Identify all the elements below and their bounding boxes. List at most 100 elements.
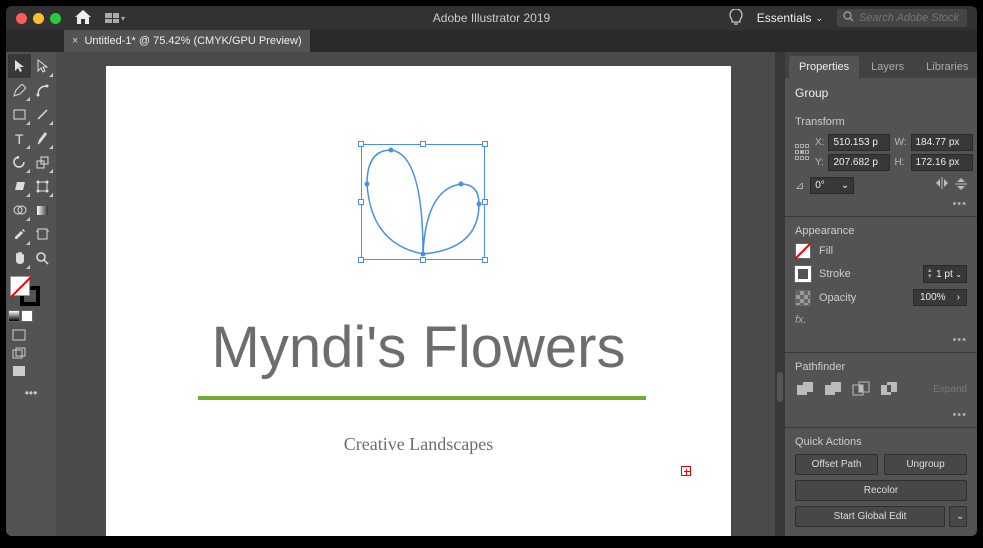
close-window-button[interactable] bbox=[16, 13, 27, 24]
angle-icon: ⊿ bbox=[795, 179, 804, 192]
transform-more-button[interactable]: ••• bbox=[785, 196, 977, 216]
offset-path-button[interactable]: Offset Path bbox=[795, 454, 878, 475]
workspace-switcher[interactable]: Essentials ⌄ bbox=[757, 11, 823, 25]
app-title: Adobe Illustrator 2019 bbox=[433, 11, 550, 25]
line-tool[interactable] bbox=[31, 102, 54, 126]
tagline-text[interactable]: Creative Landscapes bbox=[106, 434, 731, 455]
color-mode[interactable] bbox=[8, 310, 20, 322]
shape-builder-tool[interactable] bbox=[8, 198, 31, 222]
pathfinder-more-button[interactable]: ••• bbox=[785, 407, 977, 427]
search-input[interactable] bbox=[859, 12, 961, 24]
pathfinder-title: Pathfinder bbox=[795, 361, 967, 373]
direct-selection-tool[interactable] bbox=[31, 54, 54, 78]
w-label: W: bbox=[894, 137, 906, 148]
document-tabs: × Untitled-1* @ 75.42% (CMYK/GPU Preview… bbox=[6, 30, 977, 52]
fx-label[interactable]: fx. bbox=[795, 312, 967, 328]
appearance-title: Appearance bbox=[795, 225, 967, 237]
search-icon bbox=[843, 11, 854, 25]
panel-collapse-grip[interactable] bbox=[777, 372, 783, 402]
pathfinder-exclude-icon[interactable] bbox=[879, 379, 899, 399]
titlebar: ▾ Adobe Illustrator 2019 Essentials ⌄ bbox=[6, 6, 977, 30]
workspace-label: Essentials bbox=[757, 11, 812, 25]
page-mark-icon bbox=[681, 466, 691, 476]
lightbulb-icon[interactable] bbox=[729, 9, 743, 28]
paintbrush-tool[interactable] bbox=[31, 126, 54, 150]
pathfinder-minus-front-icon[interactable] bbox=[823, 379, 843, 399]
none-mode[interactable] bbox=[21, 310, 33, 322]
fill-swatch-icon[interactable] bbox=[795, 243, 811, 259]
headline-text[interactable]: Myndi's Flowers bbox=[106, 314, 731, 381]
tab-layers[interactable]: Layers bbox=[861, 56, 914, 78]
window-controls bbox=[16, 13, 61, 24]
global-edit-options-button[interactable]: ⌄ bbox=[949, 506, 967, 527]
draw-normal[interactable] bbox=[8, 326, 30, 344]
w-field[interactable] bbox=[911, 134, 973, 151]
chevron-down-icon: ⌄ bbox=[815, 13, 823, 24]
pathfinder-unite-icon[interactable] bbox=[795, 379, 815, 399]
x-label: X: bbox=[815, 137, 824, 148]
fill-label: Fill bbox=[819, 245, 833, 257]
draw-behind[interactable] bbox=[8, 344, 30, 362]
opacity-label[interactable]: Opacity bbox=[819, 292, 856, 304]
transform-title: Transform bbox=[795, 116, 967, 128]
angle-field[interactable]: 0°⌄ bbox=[810, 177, 854, 194]
divider-line[interactable] bbox=[198, 396, 646, 400]
hand-tool[interactable] bbox=[8, 246, 31, 270]
artboard-tool[interactable] bbox=[31, 222, 54, 246]
stroke-swatch-icon[interactable] bbox=[795, 266, 811, 282]
x-field[interactable] bbox=[828, 134, 890, 151]
stroke-weight-field[interactable]: ▴▾ 1 pt⌄ bbox=[923, 265, 967, 283]
pathfinder-intersect-icon[interactable] bbox=[851, 379, 871, 399]
free-transform-tool[interactable] bbox=[31, 174, 54, 198]
gradient-tool[interactable] bbox=[31, 198, 54, 222]
y-field[interactable] bbox=[828, 154, 890, 171]
screen-mode[interactable] bbox=[8, 362, 30, 380]
recolor-button[interactable]: Recolor bbox=[795, 480, 967, 501]
flip-horizontal-icon[interactable] bbox=[935, 177, 949, 194]
zoom-tool[interactable] bbox=[31, 246, 54, 270]
eyedropper-tool[interactable] bbox=[8, 222, 31, 246]
selected-group[interactable] bbox=[361, 144, 485, 260]
y-label: Y: bbox=[815, 157, 824, 168]
start-global-edit-button[interactable]: Start Global Edit bbox=[795, 506, 945, 527]
document-tab[interactable]: × Untitled-1* @ 75.42% (CMYK/GPU Preview… bbox=[64, 30, 310, 52]
tools-panel: T bbox=[6, 52, 56, 536]
tab-properties[interactable]: Properties bbox=[789, 56, 859, 78]
rectangle-tool[interactable] bbox=[8, 102, 31, 126]
search-box[interactable] bbox=[837, 9, 967, 27]
ungroup-button[interactable]: Ungroup bbox=[884, 454, 967, 475]
pathfinder-expand-button: Expand bbox=[933, 384, 967, 395]
home-icon[interactable] bbox=[75, 10, 91, 27]
arrange-documents-button[interactable]: ▾ bbox=[105, 13, 125, 23]
flip-vertical-icon[interactable] bbox=[955, 177, 967, 194]
appearance-more-button[interactable]: ••• bbox=[785, 332, 977, 352]
reference-point-selector[interactable] bbox=[795, 144, 809, 162]
pen-tool[interactable] bbox=[8, 78, 31, 102]
curvature-tool[interactable] bbox=[31, 78, 54, 102]
scale-tool[interactable] bbox=[31, 150, 54, 174]
artboard[interactable]: Myndi's Flowers Creative Landscapes bbox=[106, 66, 731, 536]
canvas-area[interactable]: Myndi's Flowers Creative Landscapes bbox=[56, 52, 775, 536]
tab-libraries[interactable]: Libraries bbox=[916, 56, 977, 78]
fill-stroke-swatch[interactable] bbox=[8, 274, 54, 308]
eraser-tool[interactable] bbox=[8, 174, 31, 198]
stroke-label[interactable]: Stroke bbox=[819, 268, 851, 280]
rotate-tool[interactable] bbox=[8, 150, 31, 174]
quick-actions-title: Quick Actions bbox=[795, 436, 967, 448]
fill-swatch[interactable] bbox=[10, 276, 30, 296]
opacity-swatch-icon[interactable] bbox=[795, 290, 811, 306]
minimize-window-button[interactable] bbox=[33, 13, 44, 24]
stepper-icon[interactable]: ▴▾ bbox=[928, 268, 932, 280]
edit-toolbar-button[interactable]: ••• bbox=[8, 386, 54, 400]
selection-tool[interactable] bbox=[8, 54, 31, 78]
type-tool[interactable]: T bbox=[8, 126, 31, 150]
panel-gutter[interactable] bbox=[775, 52, 785, 536]
main-area: T bbox=[6, 52, 977, 536]
opacity-field[interactable]: 100%› bbox=[913, 289, 967, 306]
svg-text:T: T bbox=[15, 132, 24, 145]
draw-modes bbox=[8, 310, 54, 322]
maximize-window-button[interactable] bbox=[50, 13, 61, 24]
panel-tabs: Properties Layers Libraries bbox=[785, 52, 977, 78]
close-tab-icon[interactable]: × bbox=[72, 35, 78, 47]
h-field[interactable] bbox=[911, 154, 973, 171]
